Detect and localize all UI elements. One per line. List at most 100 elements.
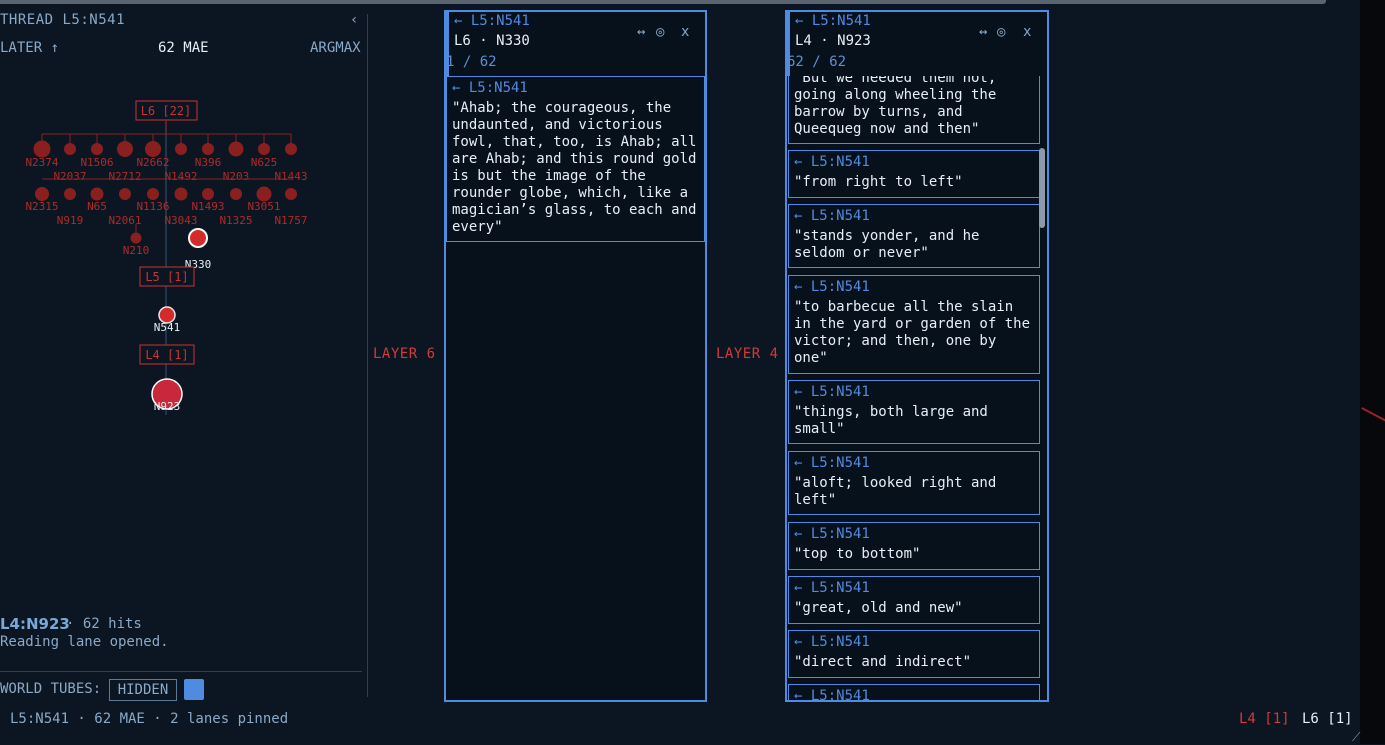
sidebar-divider bbox=[367, 14, 368, 697]
hit-card[interactable]: ← L5:N541 "direct and indirect" bbox=[788, 630, 1040, 678]
tree-node[interactable] bbox=[230, 188, 242, 200]
thread-sidebar: THREAD L5:N541 ‹ LATER ↑ 62 MAE ARGMAX L… bbox=[0, 0, 366, 705]
node-label: N923 bbox=[154, 400, 181, 413]
hit-ref-link[interactable]: ← L5:N541 bbox=[794, 580, 870, 596]
tree-node[interactable] bbox=[258, 143, 270, 155]
node-label: N1493 bbox=[191, 200, 224, 213]
lane-header: ← L5:N541 L4 · N923 62 / 62 ↔ ◎ x bbox=[787, 12, 1047, 76]
hit-text: "top to bottom" bbox=[794, 546, 921, 562]
hit-text: "to barbecue all the slain in the yard o… bbox=[794, 299, 1031, 366]
node-label: N919 bbox=[57, 214, 84, 227]
hit-ref-link[interactable]: ← L5:N541 bbox=[794, 526, 870, 542]
node-label: N2315 bbox=[25, 200, 58, 213]
tree-node[interactable] bbox=[285, 188, 297, 200]
hit-ref-link[interactable]: ← L5:N541 bbox=[794, 384, 870, 400]
hit-card[interactable]: ← L5:N541 "things, both large and small" bbox=[788, 380, 1040, 444]
tree-node[interactable] bbox=[147, 188, 159, 200]
hit-text: "from right to left" bbox=[794, 174, 963, 190]
node-label: N1757 bbox=[274, 214, 307, 227]
hit-card[interactable]: ← L5:N541 "aloft; looked right and left" bbox=[788, 451, 1040, 515]
close-icon[interactable]: x bbox=[1023, 24, 1031, 40]
hit-card[interactable]: ← L5:N541 "Ahab; the courageous, the und… bbox=[446, 76, 705, 242]
world-tubes-hidden-button[interactable]: HIDDEN bbox=[109, 679, 177, 701]
swap-icon[interactable]: ↔ bbox=[637, 24, 645, 40]
world-tubes-toggle[interactable] bbox=[184, 679, 204, 700]
hit-ref-link[interactable]: ← L5:N541 bbox=[794, 688, 870, 700]
tree-node-n330-selected[interactable] bbox=[188, 228, 208, 248]
tree-node[interactable] bbox=[64, 143, 76, 155]
node-label: N1325 bbox=[219, 214, 252, 227]
node-label: N2662 bbox=[136, 156, 169, 169]
tree-node[interactable] bbox=[35, 187, 49, 201]
node-label: N2061 bbox=[108, 214, 141, 227]
node-label: N2374 bbox=[25, 156, 58, 169]
hit-card[interactable]: ← L5:N541 "to barbecue all the slain in … bbox=[788, 275, 1040, 374]
footer-l4-badge[interactable]: L4 [1] bbox=[1239, 711, 1290, 727]
hit-card[interactable]: ← L5:N541 bbox=[788, 684, 1040, 700]
tree-node[interactable] bbox=[119, 188, 131, 200]
pin-icon[interactable]: ◎ bbox=[656, 24, 664, 40]
tree-node[interactable] bbox=[33, 140, 51, 158]
node-label: N3043 bbox=[164, 214, 197, 227]
tree-node[interactable] bbox=[90, 187, 104, 201]
back-link[interactable]: ← L5:N541 bbox=[454, 13, 530, 29]
hit-card[interactable]: ← L5:N541 "from right to left" bbox=[788, 150, 1040, 198]
lane-count: 1 / 62 bbox=[446, 54, 497, 70]
hit-ref-link[interactable]: ← L5:N541 bbox=[794, 154, 870, 170]
back-link[interactable]: ← L5:N541 bbox=[795, 13, 871, 29]
tree-node[interactable] bbox=[202, 143, 214, 155]
hit-ref-link[interactable]: ← L5:N541 bbox=[794, 208, 870, 224]
hit-text: "great, old and new" bbox=[794, 600, 963, 616]
node-label: N210 bbox=[123, 244, 150, 257]
tree-node[interactable] bbox=[145, 141, 161, 157]
tree-node[interactable] bbox=[202, 188, 214, 200]
node-label: N1443 bbox=[274, 170, 307, 183]
tree-node[interactable] bbox=[175, 143, 187, 155]
hit-text: "Ahab; the courageous, the undaunted, an… bbox=[452, 100, 697, 235]
hit-card[interactable]: "But we needed them not, going along whe… bbox=[788, 68, 1040, 144]
argmax-toggle[interactable]: ARGMAX bbox=[310, 40, 361, 56]
node-label: N203 bbox=[223, 170, 250, 183]
hit-card[interactable]: ← L5:N541 "great, old and new" bbox=[788, 576, 1040, 624]
thread-tree: L6 [22] N2374 N1506 N2662 N396 N625 N203… bbox=[25, 100, 308, 415]
lane-title: L6 · N330 bbox=[454, 33, 530, 49]
resize-grip-icon[interactable]: ⟋ bbox=[1352, 730, 1366, 744]
reading-lane-l6: ← L5:N541 L6 · N330 1 / 62 ↔ ◎ x ← L5:N5… bbox=[444, 10, 707, 702]
tree-node[interactable] bbox=[285, 143, 297, 155]
lane-scrollbar[interactable] bbox=[1039, 148, 1045, 228]
selected-status: Reading lane opened. bbox=[0, 634, 169, 650]
hit-text: "things, both large and small" bbox=[794, 404, 988, 437]
layer-4-label: LAYER 4 bbox=[716, 346, 779, 362]
l6-label: L6 [22] bbox=[141, 104, 192, 118]
tree-node[interactable] bbox=[256, 186, 272, 202]
tree-node[interactable] bbox=[64, 188, 76, 200]
hit-text: "stands yonder, and he seldom or never" bbox=[794, 228, 980, 261]
close-icon[interactable]: x bbox=[681, 24, 689, 40]
hit-ref-link[interactable]: ← L5:N541 bbox=[794, 455, 870, 471]
tree-node[interactable] bbox=[117, 141, 133, 157]
hit-text: "aloft; looked right and left" bbox=[794, 475, 997, 508]
tree-node[interactable] bbox=[228, 141, 244, 157]
node-label: N3051 bbox=[247, 200, 280, 213]
hit-ref-link[interactable]: ← L5:N541 bbox=[794, 279, 870, 295]
hit-card[interactable]: ← L5:N541 "top to bottom" bbox=[788, 522, 1040, 570]
node-label: N2712 bbox=[108, 170, 141, 183]
later-sort-toggle[interactable]: LATER ↑ bbox=[0, 40, 59, 56]
swap-icon[interactable]: ↔ bbox=[979, 24, 987, 40]
pin-icon[interactable]: ◎ bbox=[997, 24, 1005, 40]
collapse-sidebar-icon[interactable]: ‹ bbox=[350, 12, 358, 28]
tree-node[interactable] bbox=[174, 187, 188, 201]
hit-ref-link[interactable]: ← L5:N541 bbox=[794, 634, 870, 650]
footer-l6-badge[interactable]: L6 [1] bbox=[1302, 711, 1353, 727]
tree-node[interactable] bbox=[91, 143, 103, 155]
hit-text: "direct and indirect" bbox=[794, 654, 972, 670]
world-tubes-label: WORLD TUBES: bbox=[0, 681, 102, 697]
hit-card[interactable]: ← L5:N541 "stands yonder, and he seldom … bbox=[788, 204, 1040, 268]
hit-text: "But we needed them not, going along whe… bbox=[794, 70, 997, 137]
hit-ref-link[interactable]: ← L5:N541 bbox=[452, 80, 528, 96]
red-accent-line bbox=[1361, 407, 1385, 423]
lane-count: 62 / 62 bbox=[787, 54, 847, 70]
node-label: N1136 bbox=[136, 200, 169, 213]
tree-node-n210[interactable] bbox=[130, 232, 142, 244]
node-label: N396 bbox=[195, 156, 222, 169]
